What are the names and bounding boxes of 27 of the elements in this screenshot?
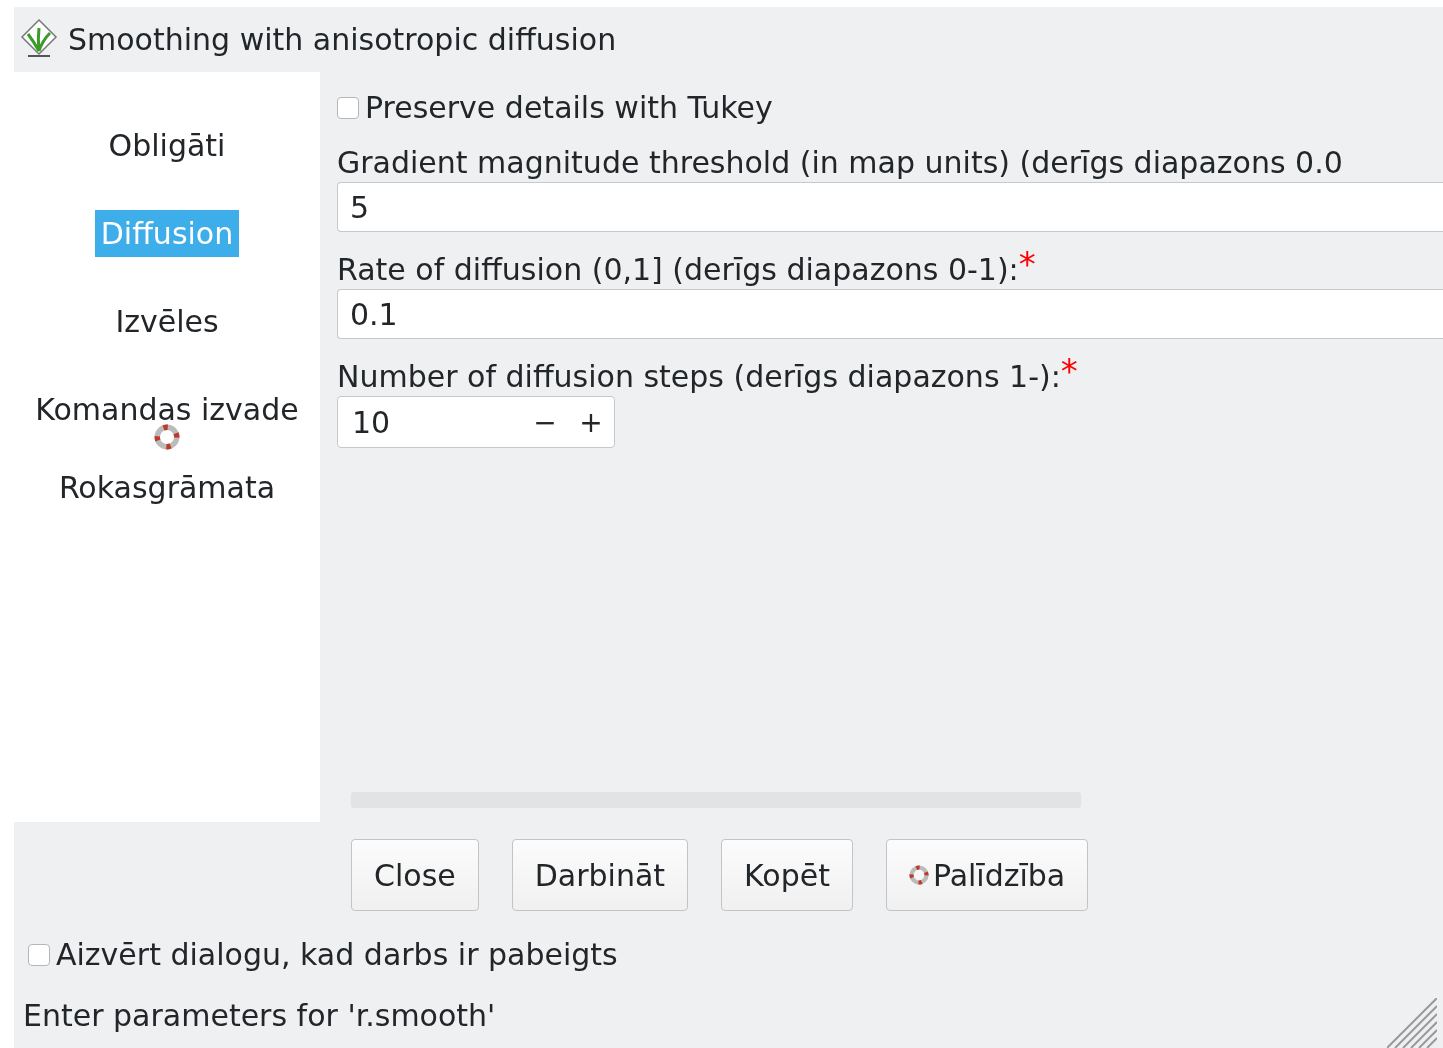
required-asterisk: * [1018, 244, 1036, 286]
sidebar-item[interactable]: Rokasgrāmata [52, 464, 282, 511]
input-field[interactable]: 0.1 [337, 289, 1443, 339]
field-label: Gradient magnitude threshold (in map units) (derīgs diapazons 0.0 [337, 145, 1343, 180]
required-asterisk: * [1060, 351, 1078, 393]
lifebuoy-icon [154, 424, 180, 450]
sidebar-item[interactable]: Izvēles [109, 298, 225, 345]
input-field[interactable]: 5 [337, 182, 1443, 232]
resize-grip-icon [1387, 998, 1437, 1048]
checkbox-label: Preserve details with Tukey [365, 90, 773, 125]
decrement-button[interactable]: − [522, 405, 568, 439]
sidebar-item[interactable]: Obligāti [102, 122, 232, 169]
increment-button[interactable]: + [568, 405, 614, 439]
checkbox[interactable] [28, 943, 50, 966]
dialog-button[interactable]: Darbināt [511, 839, 689, 911]
status-text: Enter parameters for 'r.smooth' [23, 998, 496, 1033]
dialog-button[interactable]: Palīdzība [885, 839, 1089, 911]
checkbox-label: Aizvērt dialogu, kad darbs ir pabeigts [56, 937, 618, 972]
lifebuoy-icon [908, 865, 929, 885]
field-label: Number of diffusion steps (derīgs diapazons 1-): [337, 359, 1061, 394]
checkbox[interactable] [337, 96, 359, 119]
sidebar-item[interactable]: Komandas izvade [29, 386, 305, 433]
field-label: Rate of diffusion (0,1] (derīgs diapazons 0-1): [337, 252, 1019, 287]
window-title: Smoothing with anisotropic diffusion [68, 22, 617, 57]
dialog-button[interactable]: Kopēt [721, 839, 853, 911]
spin-box[interactable]: 10 − + [337, 396, 615, 448]
dialog-button[interactable]: Close [351, 839, 479, 911]
